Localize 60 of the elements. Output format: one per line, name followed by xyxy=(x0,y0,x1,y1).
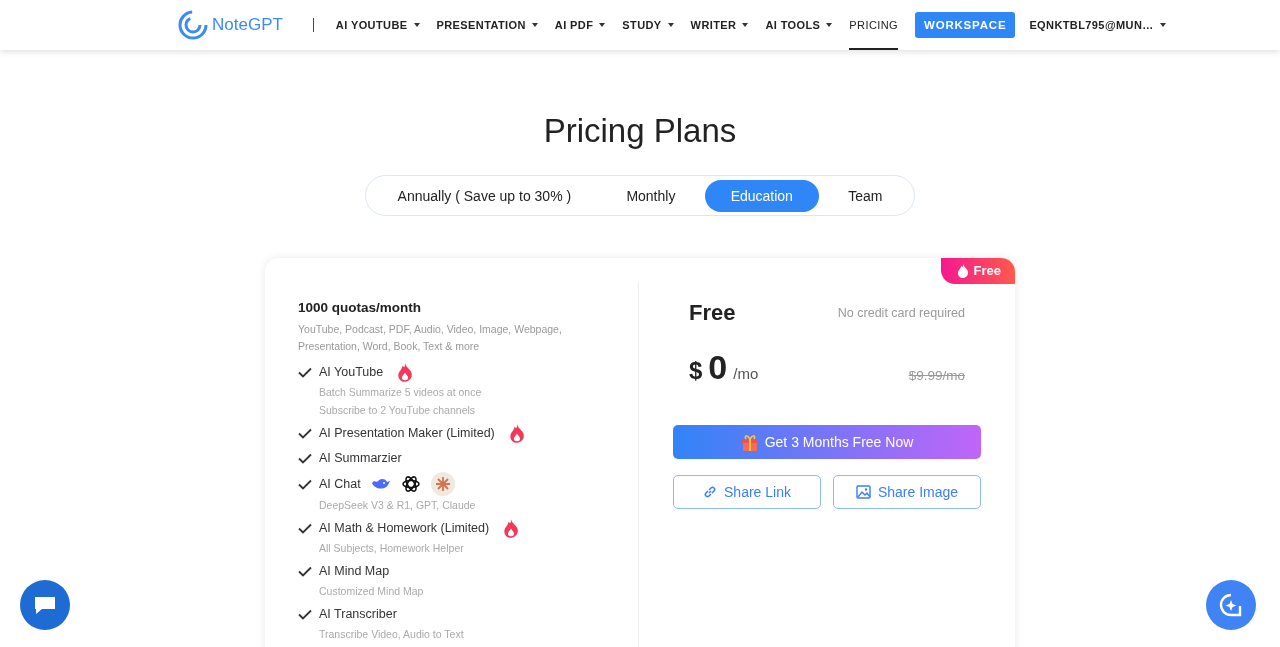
feature-name: AI Math & Homework (Limited) xyxy=(319,521,490,535)
nav-menu-item[interactable]: AI YOUTUBE xyxy=(335,0,420,50)
flame-icon xyxy=(956,263,969,278)
flame-icon xyxy=(503,518,520,538)
assistant-button[interactable] xyxy=(1206,580,1256,630)
swirl-logo-icon xyxy=(178,10,208,40)
flame-icon xyxy=(508,423,525,443)
nav-menu-item[interactable]: PRICING xyxy=(849,0,898,50)
billing-tab[interactable]: Monthly xyxy=(600,179,702,212)
sparkle-chat-icon xyxy=(1218,592,1244,618)
share-link-button[interactable]: Share Link xyxy=(673,475,821,509)
image-icon xyxy=(855,485,871,499)
feature-name: AI Chat xyxy=(319,477,361,491)
feature-name: AI Transcriber xyxy=(319,607,397,621)
plan-name: Free xyxy=(689,300,736,326)
ribbon-label: Free xyxy=(973,263,1001,278)
workspace-button[interactable]: WORKSPACE xyxy=(915,12,1016,38)
gift-icon xyxy=(740,433,759,451)
get-free-months-button[interactable]: Get 3 Months Free Now xyxy=(673,425,981,459)
check-icon xyxy=(298,452,312,464)
link-icon xyxy=(703,485,718,499)
price: 0 xyxy=(708,348,728,387)
feature-name: AI YouTube xyxy=(319,365,384,379)
billing-tab[interactable]: Annually ( Save up to 30% ) xyxy=(371,179,598,212)
feature-name: AI Mind Map xyxy=(319,564,390,578)
feature-name: AI Summarzier xyxy=(319,451,402,465)
feature-note: Subscribe to 2 YouTube channels xyxy=(318,403,477,418)
nav-menu-item[interactable]: PRESENTATION xyxy=(436,0,538,50)
account-menu[interactable]: EQNKTBL795@MUN… xyxy=(1029,0,1166,50)
feature-note: Batch Summarize 5 videos at once xyxy=(318,385,483,400)
feature-name: AI Presentation Maker (Limited) xyxy=(319,426,495,440)
flame-icon xyxy=(397,362,414,382)
quota-note: YouTube, Podcast, PDF, Audio, Video, Image, Webpage, Presentation, Word, Book, Text & more xyxy=(298,322,563,354)
feature-note: DeepSeek V3 & R1, GPT, Claude xyxy=(318,498,477,513)
feature-note: All Subjects, Homework Helper xyxy=(318,541,465,556)
no-card-note: No credit card required xyxy=(837,306,965,320)
quota-heading: 1000 quotas/month xyxy=(298,300,423,315)
nav-menu-item[interactable]: WRITER xyxy=(690,0,749,50)
page-title: Pricing Plans xyxy=(542,111,738,151)
currency: $ xyxy=(689,357,703,385)
price-period: /mo xyxy=(733,365,759,382)
billing-tab[interactable]: Team xyxy=(822,179,909,212)
starburst-icon xyxy=(430,472,455,496)
check-icon xyxy=(298,522,312,534)
check-icon xyxy=(298,427,312,439)
old-price: $9.99/mo xyxy=(908,368,965,383)
check-icon xyxy=(298,366,312,378)
check-icon xyxy=(298,478,312,490)
feature-note: Transcribe Video, Audio to Text xyxy=(318,627,465,642)
check-icon xyxy=(298,565,312,577)
chat-button[interactable] xyxy=(20,580,70,630)
check-icon xyxy=(298,608,312,620)
chat-bubble-icon xyxy=(33,594,57,616)
caret-icon xyxy=(1159,23,1166,27)
nav-menu-item[interactable]: AI PDF xyxy=(554,0,606,50)
billing-tab[interactable]: Education xyxy=(704,179,819,212)
feature-note: Customized Mind Map xyxy=(318,584,425,599)
nav-menu-item[interactable]: AI TOOLS xyxy=(765,0,833,50)
share-image-button[interactable]: Share Image xyxy=(833,475,981,509)
nav-menu-item[interactable]: STUDY xyxy=(622,0,674,50)
